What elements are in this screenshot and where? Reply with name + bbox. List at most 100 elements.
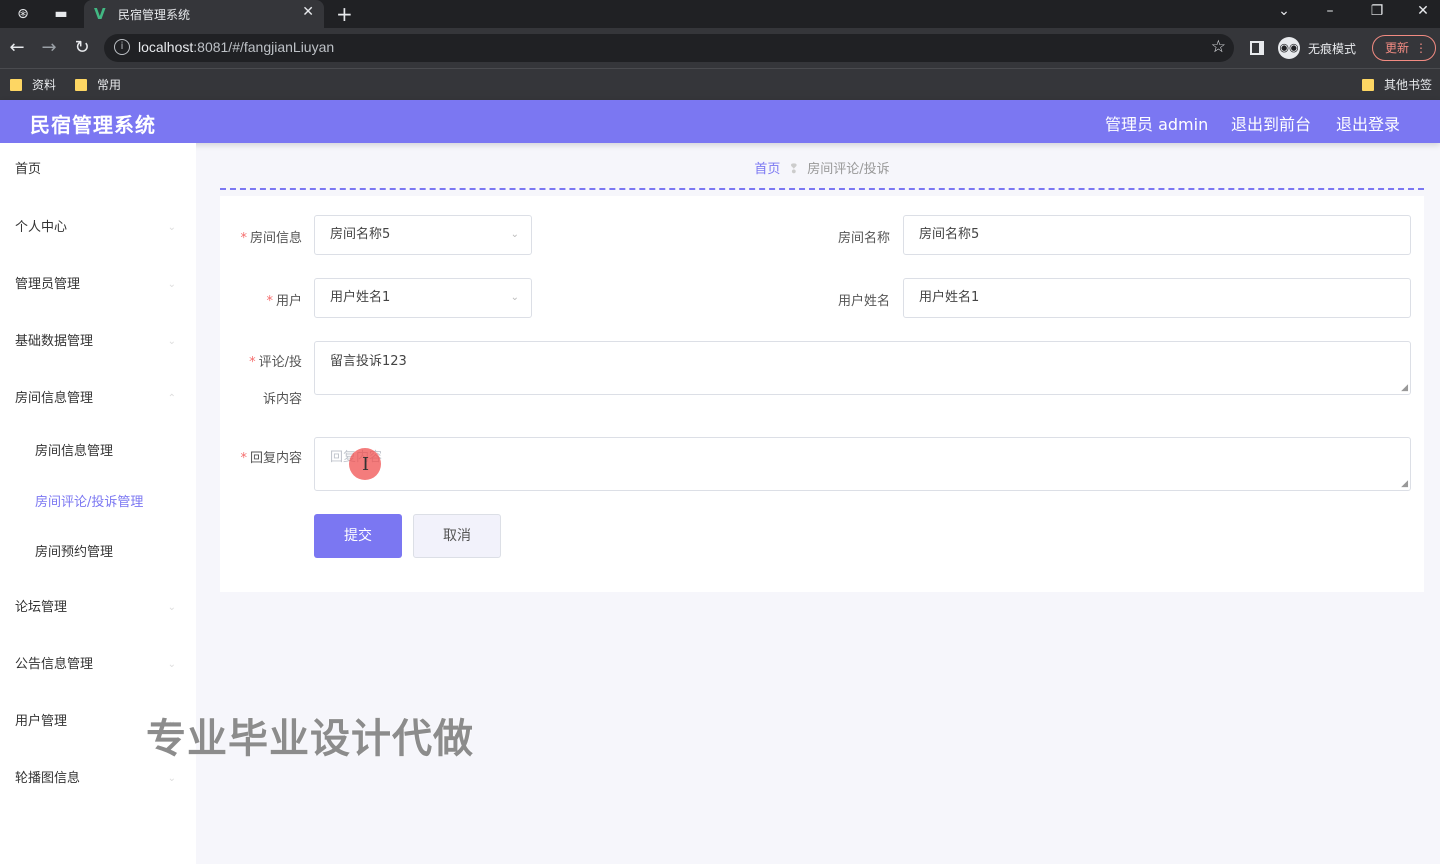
admin-label: 管理员 admin: [1105, 115, 1209, 134]
incognito-icon[interactable]: ◉◉: [1278, 37, 1300, 59]
bookmarks-bar: 资料 常用 其他书签: [0, 68, 1440, 100]
room-info-select[interactable]: 房间名称5 ⌄: [314, 215, 532, 255]
sidebar-item-label: 房间信息管理: [35, 444, 114, 459]
resize-handle-icon[interactable]: ◢: [1401, 479, 1408, 489]
room-info-label: * 房间信息: [240, 231, 302, 246]
update-button[interactable]: 更新 ⋮: [1372, 35, 1436, 61]
tab-title: 民宿管理系统: [118, 8, 191, 22]
site-info-icon[interactable]: i: [114, 39, 130, 55]
user-name-field[interactable]: 用户姓名1: [903, 278, 1411, 318]
chevron-up-icon: ⌃: [167, 393, 176, 404]
folder-icon: [75, 79, 87, 91]
reply-textarea[interactable]: 回复内容◢: [314, 437, 1411, 491]
exit-to-front-link[interactable]: 退出到前台: [1231, 111, 1311, 135]
chevron-down-icon: ⌄: [167, 222, 176, 233]
cancel-button[interactable]: 取消: [413, 514, 501, 558]
comment-textarea[interactable]: 留言投诉123 ◢: [314, 341, 1411, 395]
required-mark: *: [240, 231, 247, 246]
resize-handle-icon[interactable]: ◢: [1401, 383, 1408, 393]
sidebar-item-label: 基础数据管理: [15, 334, 94, 349]
side-panel-icon[interactable]: [1250, 41, 1264, 55]
tab-close-icon[interactable]: ✕: [302, 4, 314, 20]
sidebar-item-label: 管理员管理: [15, 277, 81, 292]
logout-link[interactable]: 退出登录: [1336, 111, 1400, 135]
sidebar-item-label: 轮播图信息: [15, 771, 81, 786]
sidebar-item-admins[interactable]: 管理员管理 ⌄: [0, 270, 196, 300]
user-label: * 用户: [266, 294, 302, 309]
sidebar-item-basedata[interactable]: 基础数据管理 ⌄: [0, 327, 196, 357]
user-value: 用户姓名1: [330, 290, 391, 305]
comment-value: 留言投诉123: [330, 354, 407, 369]
browser-menu-icon[interactable]: ⊛: [14, 5, 32, 23]
sidebar-item-label: 个人中心: [15, 220, 68, 235]
folder-icon: [1362, 79, 1374, 91]
room-info-value: 房间名称5: [330, 227, 391, 242]
breadcrumb-separator-icon: ❢: [788, 162, 800, 177]
comment-label-line2: 诉内容: [262, 392, 302, 407]
sidebar-item-label: 公告信息管理: [15, 657, 94, 672]
watermark-text: 专业毕业设计代做: [146, 716, 474, 762]
breadcrumb: 首页 ❢ 房间评论/投诉: [220, 158, 1424, 190]
chevron-down-icon: ⌄: [510, 229, 519, 240]
sidebar-item-profile[interactable]: 个人中心 ⌄: [0, 213, 196, 243]
sidebar-item-label: 房间信息管理: [15, 391, 94, 406]
window-close-icon[interactable]: ✕: [1411, 3, 1435, 19]
back-icon[interactable]: ←: [6, 38, 28, 58]
sidebar-item-carousel[interactable]: 轮播图信息 ⌄: [0, 764, 196, 794]
bookmark-label: 资料: [32, 78, 57, 92]
bookmark-folder-changyong[interactable]: 常用: [75, 75, 121, 95]
sidebar-item-forum[interactable]: 论坛管理 ⌄: [0, 593, 196, 623]
vue-favicon-icon: V: [94, 5, 106, 23]
more-menu-icon[interactable]: ⋮: [1415, 36, 1427, 60]
chevron-down-icon: ⌄: [167, 602, 176, 613]
room-name-field[interactable]: 房间名称5: [903, 215, 1411, 255]
minimize-icon[interactable]: –: [1318, 3, 1342, 19]
sidebar-item-label: 首页: [15, 162, 42, 177]
sidebar-item-label: 论坛管理: [15, 600, 68, 615]
sidebar-subitem-room-booking[interactable]: 房间预约管理: [0, 538, 196, 568]
sidebar-item-label: 房间预约管理: [35, 545, 114, 560]
required-mark: *: [266, 294, 273, 309]
sidebar-item-label: 房间评论/投诉管理: [35, 495, 144, 510]
restore-icon[interactable]: ❐: [1365, 3, 1389, 19]
sidebar-item-notices[interactable]: 公告信息管理 ⌄: [0, 650, 196, 680]
chevron-down-icon: ⌄: [167, 336, 176, 347]
comment-label-line1: * 评论/投: [249, 355, 302, 370]
sidebar-item-label: 用户管理: [15, 714, 68, 729]
app-title: 民宿管理系统: [30, 113, 156, 137]
sidebar-subitem-rooms[interactable]: 房间信息管理: [0, 437, 196, 467]
url-field[interactable]: i localhost:8081/#/fangjianLiuyan ☆: [104, 34, 1234, 62]
browser-tab-bar: ⊛ ▬ V 民宿管理系统 ✕ + ⌄ – ❐ ✕: [0, 0, 1440, 28]
room-name-label: 房间名称: [837, 231, 890, 246]
forward-icon[interactable]: →: [38, 38, 60, 58]
folder-icon: [10, 79, 22, 91]
sidebar-item-rooms[interactable]: 房间信息管理 ⌃: [0, 384, 196, 414]
bookmark-star-icon[interactable]: ☆: [1211, 37, 1226, 57]
app-header: 民宿管理系统 管理员 admin 退出到前台 退出登录: [0, 100, 1440, 143]
bookmark-label: 其他书签: [1384, 78, 1433, 92]
sidebar-subitem-room-comments[interactable]: 房间评论/投诉管理: [0, 488, 196, 518]
text-cursor-icon: I: [362, 454, 370, 475]
browser-tab[interactable]: V 民宿管理系统 ✕: [84, 0, 324, 28]
submit-button[interactable]: 提交: [314, 514, 402, 558]
other-bookmarks-folder[interactable]: 其他书签: [1362, 75, 1432, 95]
reload-icon[interactable]: ↻: [71, 38, 93, 58]
chevron-down-icon: ⌄: [167, 659, 176, 670]
sidebar-item-home[interactable]: 首页: [0, 155, 196, 185]
required-mark: *: [249, 355, 256, 370]
user-name-label: 用户姓名: [837, 294, 890, 309]
chevron-down-icon: ⌄: [167, 773, 176, 784]
url-text: localhost:8081/#/fangjianLiuyan: [138, 39, 335, 55]
new-tab-icon[interactable]: +: [336, 2, 353, 26]
address-bar-row: ← → ↻ i localhost:8081/#/fangjianLiuyan …: [0, 28, 1440, 68]
breadcrumb-home-link[interactable]: 首页: [754, 162, 780, 177]
tab-overview-icon[interactable]: ▬: [52, 5, 70, 23]
bookmark-folder-ziliao[interactable]: 资料: [10, 75, 56, 95]
update-label: 更新: [1385, 41, 1410, 55]
chevron-down-icon: ⌄: [510, 292, 519, 303]
tab-search-icon[interactable]: ⌄: [1272, 3, 1296, 19]
required-mark: *: [240, 451, 247, 466]
bookmark-label: 常用: [97, 78, 122, 92]
user-select[interactable]: 用户姓名1 ⌄: [314, 278, 532, 318]
reply-label: * 回复内容: [240, 451, 302, 466]
